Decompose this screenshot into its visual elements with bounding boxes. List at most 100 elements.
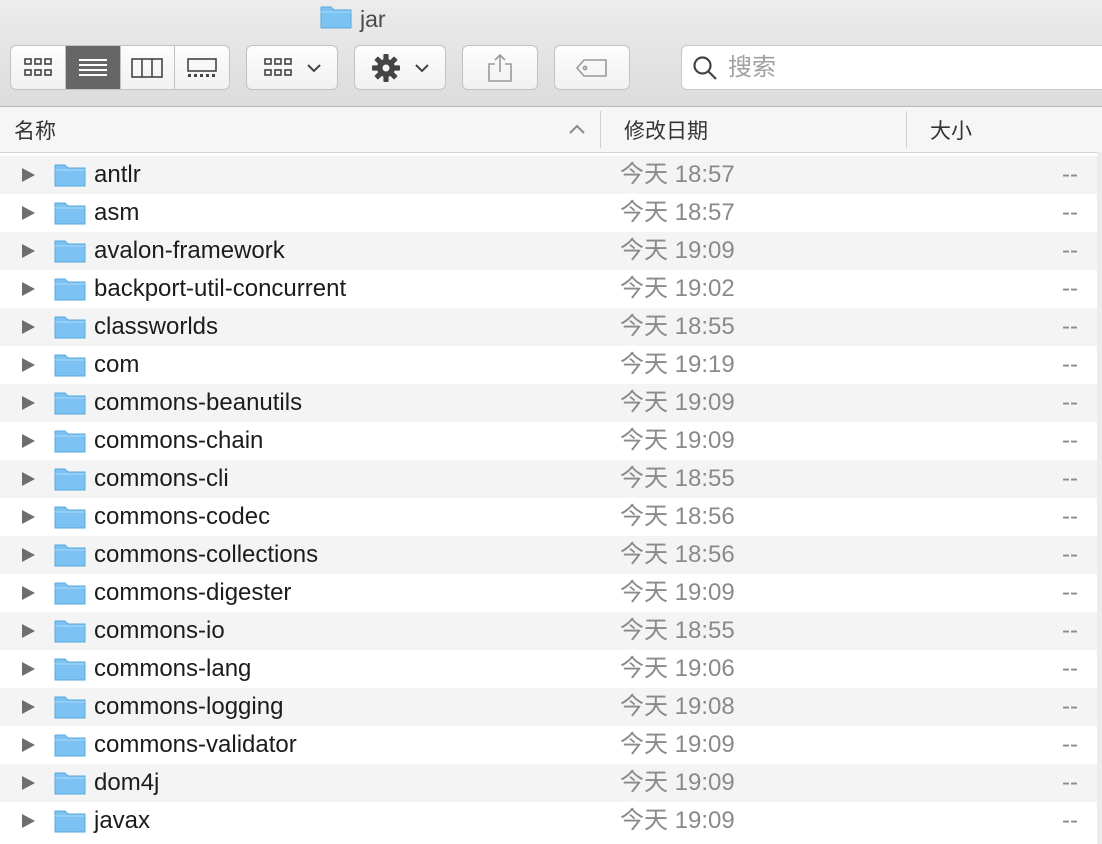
scrollbar-track[interactable] (1097, 152, 1102, 844)
modified-date: 今天 19:06 (620, 655, 735, 682)
action-menu-button[interactable] (354, 45, 446, 90)
file-name[interactable]: javax (94, 802, 150, 840)
modified-date: 今天 18:56 (620, 541, 735, 568)
file-name[interactable]: commons-chain (94, 422, 263, 460)
folder-icon (54, 278, 86, 301)
group-by-button[interactable] (246, 45, 338, 90)
file-size: -- (1062, 389, 1078, 416)
table-row[interactable]: dom4j 今天 19:09 -- (0, 764, 1102, 802)
search-field[interactable] (681, 45, 1102, 90)
modified-date: 今天 19:08 (620, 693, 735, 720)
share-button[interactable] (462, 45, 538, 90)
table-row[interactable]: backport-util-concurrent 今天 19:02 -- (0, 270, 1102, 308)
table-row[interactable]: classworlds 今天 18:55 -- (0, 308, 1102, 346)
file-size: -- (1062, 313, 1078, 340)
file-name[interactable]: antlr (94, 156, 141, 194)
disclosure-triangle-icon[interactable] (20, 243, 36, 259)
modified-date: 今天 19:09 (620, 731, 735, 758)
table-row[interactable]: commons-beanutils 今天 19:09 -- (0, 384, 1102, 422)
name-column-label: 名称 (14, 119, 56, 143)
folder-icon (54, 240, 86, 263)
table-row[interactable]: asm 今天 18:57 -- (0, 194, 1102, 232)
disclosure-triangle-icon[interactable] (20, 661, 36, 677)
table-row[interactable]: javax 今天 19:09 -- (0, 802, 1102, 840)
modified-date: 今天 19:09 (620, 427, 735, 454)
file-size: -- (1062, 237, 1078, 264)
column-divider[interactable] (600, 111, 601, 148)
table-row[interactable]: commons-chain 今天 19:09 -- (0, 422, 1102, 460)
table-row[interactable]: commons-collections 今天 18:56 -- (0, 536, 1102, 574)
folder-icon (54, 696, 86, 719)
disclosure-triangle-icon[interactable] (20, 281, 36, 297)
file-size: -- (1062, 465, 1078, 492)
file-name[interactable]: commons-beanutils (94, 384, 302, 422)
disclosure-triangle-icon[interactable] (20, 775, 36, 791)
file-name[interactable]: commons-collections (94, 536, 318, 574)
file-name[interactable]: commons-lang (94, 650, 251, 688)
file-size: -- (1062, 769, 1078, 796)
modified-date: 今天 18:56 (620, 503, 735, 530)
disclosure-triangle-icon[interactable] (20, 813, 36, 829)
folder-icon (54, 620, 86, 643)
file-size: -- (1062, 541, 1078, 568)
disclosure-triangle-icon[interactable] (20, 737, 36, 753)
search-input[interactable] (726, 52, 1070, 83)
size-column-label: 大小 (930, 119, 972, 143)
table-row[interactable]: commons-io 今天 18:55 -- (0, 612, 1102, 650)
file-name[interactable]: commons-io (94, 612, 225, 650)
view-mode-selector[interactable] (10, 45, 230, 90)
disclosure-triangle-icon[interactable] (20, 547, 36, 563)
file-size: -- (1062, 655, 1078, 682)
table-row[interactable]: commons-cli 今天 18:55 -- (0, 460, 1102, 498)
column-view-button[interactable] (121, 46, 176, 89)
disclosure-triangle-icon[interactable] (20, 357, 36, 373)
disclosure-triangle-icon[interactable] (20, 509, 36, 525)
table-row[interactable]: com 今天 19:19 -- (0, 346, 1102, 384)
size-column-header[interactable]: 大小 (930, 107, 1090, 152)
date-column-header[interactable]: 修改日期 (624, 107, 904, 152)
table-row[interactable]: commons-digester 今天 19:09 -- (0, 574, 1102, 612)
disclosure-triangle-icon[interactable] (20, 395, 36, 411)
file-name[interactable]: commons-logging (94, 688, 283, 726)
modified-date: 今天 18:55 (620, 313, 735, 340)
tags-button[interactable] (554, 45, 630, 90)
list-view-button[interactable] (65, 46, 121, 89)
table-row[interactable]: avalon-framework 今天 19:09 -- (0, 232, 1102, 270)
name-column-header[interactable]: 名称 (14, 107, 584, 152)
disclosure-triangle-icon[interactable] (20, 585, 36, 601)
sort-ascending-icon[interactable] (568, 122, 586, 136)
file-name[interactable]: backport-util-concurrent (94, 270, 346, 308)
file-name[interactable]: avalon-framework (94, 232, 285, 270)
file-name[interactable]: commons-cli (94, 460, 229, 498)
table-row[interactable]: commons-lang 今天 19:06 -- (0, 650, 1102, 688)
gallery-icon (187, 57, 217, 77)
table-row[interactable]: commons-validator 今天 19:09 -- (0, 726, 1102, 764)
gallery-view-button[interactable] (175, 46, 229, 89)
file-name[interactable]: commons-validator (94, 726, 297, 764)
file-name[interactable]: commons-codec (94, 498, 270, 536)
disclosure-triangle-icon[interactable] (20, 167, 36, 183)
disclosure-triangle-icon[interactable] (20, 623, 36, 639)
modified-date: 今天 18:55 (620, 465, 735, 492)
table-row[interactable]: commons-logging 今天 19:08 -- (0, 688, 1102, 726)
table-row[interactable]: antlr 今天 18:57 -- (0, 156, 1102, 194)
file-size: -- (1062, 731, 1078, 758)
file-size: -- (1062, 427, 1078, 454)
columns-icon (131, 57, 164, 78)
icon-view-button[interactable] (11, 46, 66, 89)
disclosure-triangle-icon[interactable] (20, 319, 36, 335)
file-name[interactable]: dom4j (94, 764, 159, 802)
share-icon (488, 53, 512, 82)
column-divider[interactable] (906, 111, 907, 148)
modified-date: 今天 19:09 (620, 807, 735, 834)
disclosure-triangle-icon[interactable] (20, 433, 36, 449)
file-size: -- (1062, 199, 1078, 226)
file-name[interactable]: commons-digester (94, 574, 291, 612)
disclosure-triangle-icon[interactable] (20, 699, 36, 715)
table-row[interactable]: commons-codec 今天 18:56 -- (0, 498, 1102, 536)
disclosure-triangle-icon[interactable] (20, 471, 36, 487)
file-name[interactable]: classworlds (94, 308, 218, 346)
disclosure-triangle-icon[interactable] (20, 205, 36, 221)
file-name[interactable]: com (94, 346, 139, 384)
file-name[interactable]: asm (94, 194, 139, 232)
